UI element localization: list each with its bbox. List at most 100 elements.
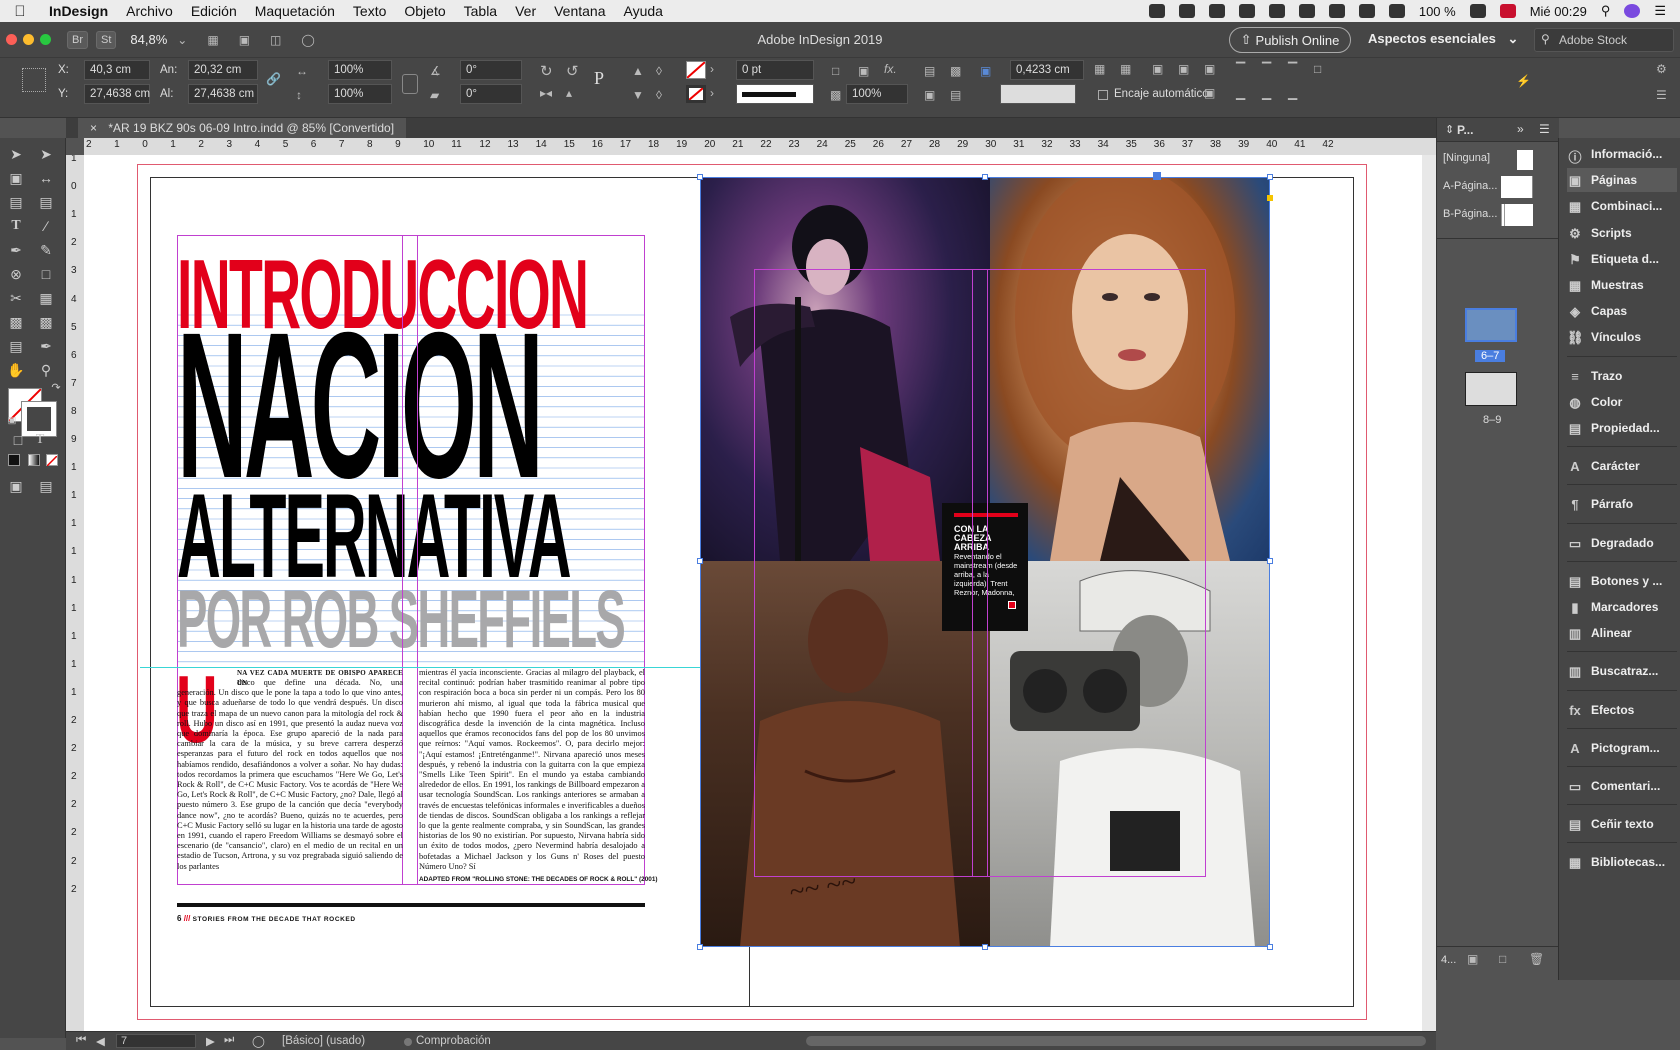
gpu-performance-icon[interactable]: ◯ bbox=[301, 33, 314, 47]
body-column-1[interactable]: disco que define una década. No, una gen… bbox=[177, 678, 403, 888]
delete-page-icon[interactable]: 🗑 bbox=[1529, 952, 1544, 966]
selection-tool-icon[interactable]: ➤ bbox=[6, 144, 26, 164]
align-left-edges-icon[interactable]: ▔ bbox=[1236, 62, 1245, 76]
object-style-select[interactable] bbox=[1000, 84, 1076, 104]
spread-6-7-thumb[interactable] bbox=[1465, 308, 1517, 342]
select-container-icon[interactable]: ▲ bbox=[632, 64, 644, 78]
spotlight-search-icon[interactable]: ⚲ bbox=[1601, 3, 1611, 19]
stroke-align-icon[interactable]: ▣ bbox=[980, 64, 991, 78]
publish-online-button[interactable]: ⇧ Publish Online bbox=[1229, 27, 1351, 53]
panel-menu-icon[interactable]: ☰ bbox=[1539, 122, 1550, 136]
stroke-weight-input[interactable]: 0 pt bbox=[736, 60, 814, 80]
zoom-level[interactable]: 84,8% bbox=[130, 32, 167, 47]
menu-ver[interactable]: Ver bbox=[506, 3, 545, 19]
panel-glyphs[interactable]: A Pictogram... bbox=[1567, 736, 1677, 760]
fit-frame-content-icon[interactable]: ▦ bbox=[1120, 62, 1131, 76]
height-input[interactable]: 27,4638 cm bbox=[188, 84, 258, 104]
battery-percent[interactable]: 100 % bbox=[1419, 4, 1456, 19]
panel-paragraph[interactable]: ¶ Párrafo bbox=[1567, 492, 1677, 516]
auto-fit-checkbox[interactable] bbox=[1098, 90, 1108, 100]
panel-scripts[interactable]: ⚙ Scripts bbox=[1567, 221, 1677, 245]
volume-icon[interactable] bbox=[1358, 4, 1375, 18]
panel-stroke[interactable]: ≡ Trazo bbox=[1567, 364, 1677, 388]
select-next-icon[interactable]: ◊ bbox=[656, 88, 662, 102]
apple-menu-icon[interactable]:  bbox=[0, 3, 40, 20]
constrain-proportions-icon[interactable]: 🔗 bbox=[266, 72, 281, 86]
align-bottom-edges-icon[interactable]: ▁ bbox=[1288, 86, 1297, 100]
text-wrap-jump-icon[interactable]: ▤ bbox=[950, 88, 961, 102]
line-tool-icon[interactable]: ∕ bbox=[36, 216, 56, 236]
rotation-input[interactable]: 0° bbox=[460, 60, 522, 80]
panel-character[interactable]: A Carácter bbox=[1567, 454, 1677, 478]
screen-mode-icon[interactable]: ▣ bbox=[239, 33, 250, 47]
selection-handle-mr[interactable] bbox=[1267, 558, 1273, 564]
panel-layers[interactable]: ◈ Capas bbox=[1567, 299, 1677, 323]
fill-menu-chevron-icon[interactable]: › bbox=[710, 62, 714, 76]
master-b[interactable]: B-Página... bbox=[1443, 208, 1497, 220]
new-page-icon[interactable]: □ bbox=[1499, 952, 1506, 966]
menu-ayuda[interactable]: Ayuda bbox=[615, 3, 672, 19]
pages-panel-collapse-icon[interactable]: ⇕ bbox=[1445, 123, 1454, 136]
control-menu-icon[interactable]: ☰ bbox=[1656, 88, 1667, 102]
panel-swatches[interactable]: ▦ Muestras bbox=[1567, 273, 1677, 297]
reference-point-icon[interactable] bbox=[22, 68, 46, 92]
minimize-window-icon[interactable] bbox=[23, 34, 34, 45]
horizontal-ruler[interactable]: 2 1 0 1 2 3 4 5 6 7 8 9 10 11 12 13 14 15 16 17 18 19 20 21 22 23… bbox=[84, 138, 1436, 155]
time-machine-icon[interactable] bbox=[1268, 4, 1285, 18]
open-in-page-icon[interactable]: ◯ bbox=[252, 1034, 265, 1048]
fit-content-proportionally-icon[interactable]: ▣ bbox=[1178, 62, 1189, 76]
document-canvas[interactable]: INTRODUCCION NACION ALTERNATIVA POR ROB … bbox=[84, 155, 1436, 1031]
workspace-switcher[interactable]: Aspectos esenciales ⌄ bbox=[1368, 31, 1518, 47]
stock-button[interactable]: St bbox=[96, 30, 117, 49]
preflight-label[interactable]: Comprobación bbox=[416, 1035, 491, 1047]
pages-panel-tab[interactable]: P... bbox=[1457, 123, 1473, 137]
stroke-type-select[interactable] bbox=[736, 84, 814, 104]
reference-p-icon[interactable]: P bbox=[594, 68, 604, 89]
flip-horizontal-icon[interactable]: ▸◂ bbox=[540, 86, 552, 100]
content-aware-fit-icon[interactable]: ▣ bbox=[1204, 86, 1215, 100]
drop-shadow-icon[interactable]: ▣ bbox=[858, 64, 869, 78]
panel-buttons[interactable]: ▤ Botones y ... bbox=[1567, 569, 1677, 593]
menu-tabla[interactable]: Tabla bbox=[455, 3, 506, 19]
zoom-tool-icon[interactable]: ⚲ bbox=[36, 360, 56, 380]
panel-tags[interactable]: ⚑ Etiqueta d... bbox=[1567, 247, 1677, 271]
text-wrap-none-icon[interactable]: ▤ bbox=[924, 64, 935, 78]
align-right-edges-icon[interactable]: ▔ bbox=[1288, 62, 1297, 76]
panel-merge[interactable]: ▦ Combinaci... bbox=[1567, 194, 1677, 218]
rotate-cw-icon[interactable]: ↻ bbox=[540, 62, 553, 80]
notification-center-icon[interactable]: ☰ bbox=[1654, 3, 1666, 19]
stroke-swatch-icon[interactable] bbox=[686, 85, 706, 103]
menu-ventana[interactable]: Ventana bbox=[545, 3, 614, 19]
gradient-feather-tool-icon[interactable]: ▩ bbox=[36, 312, 56, 332]
next-page-icon[interactable]: ▶ bbox=[206, 1034, 215, 1048]
close-tab-icon[interactable]: × bbox=[90, 121, 97, 135]
panel-links[interactable]: ⛓ Vínculos bbox=[1567, 325, 1677, 349]
select-previous-icon[interactable]: ◊ bbox=[656, 64, 662, 78]
opacity-input[interactable]: 100% bbox=[846, 84, 908, 104]
master-a-thumb[interactable] bbox=[1501, 176, 1533, 198]
content-placer-icon[interactable]: ▤ bbox=[36, 192, 56, 212]
offset-input[interactable]: 0,4233 cm bbox=[1010, 60, 1084, 80]
siri-icon[interactable] bbox=[1624, 4, 1641, 18]
rectangle-tool-icon[interactable]: □ bbox=[36, 264, 56, 284]
fit-content-frame-icon[interactable]: ▦ bbox=[1094, 62, 1105, 76]
effects-fx-icon[interactable]: fx. bbox=[884, 62, 897, 76]
preview-mode-icon[interactable]: ▤ bbox=[36, 476, 56, 496]
airplay-icon[interactable] bbox=[1388, 4, 1405, 18]
content-collector-icon[interactable]: ▤ bbox=[6, 192, 26, 212]
document-tab[interactable]: × *AR 19 BKZ 90s 06-09 Intro.indd @ 85% … bbox=[78, 118, 407, 138]
control-settings-icon[interactable]: ⚙ bbox=[1656, 62, 1667, 76]
align-top-edges-icon[interactable]: ▁ bbox=[1236, 86, 1245, 100]
direct-selection-tool-icon[interactable]: ➤ bbox=[36, 144, 56, 164]
panel-info[interactable]: ⓘ Informació... bbox=[1567, 142, 1677, 166]
selection-handle-br[interactable] bbox=[1267, 944, 1273, 950]
view-options-icon[interactable]: ▦ bbox=[207, 33, 218, 47]
panel-color[interactable]: ◍ Color bbox=[1567, 390, 1677, 414]
note-tool-icon[interactable]: ▤ bbox=[6, 336, 26, 356]
shear-input[interactable]: 0° bbox=[460, 84, 522, 104]
page-tool-icon[interactable]: ▣ bbox=[6, 168, 26, 188]
apply-color-icon[interactable] bbox=[8, 454, 20, 466]
type-tool-icon[interactable]: T bbox=[6, 216, 26, 236]
swap-colors-icon[interactable]: ↷ bbox=[46, 378, 66, 398]
selection-handle-center[interactable] bbox=[1153, 172, 1161, 180]
